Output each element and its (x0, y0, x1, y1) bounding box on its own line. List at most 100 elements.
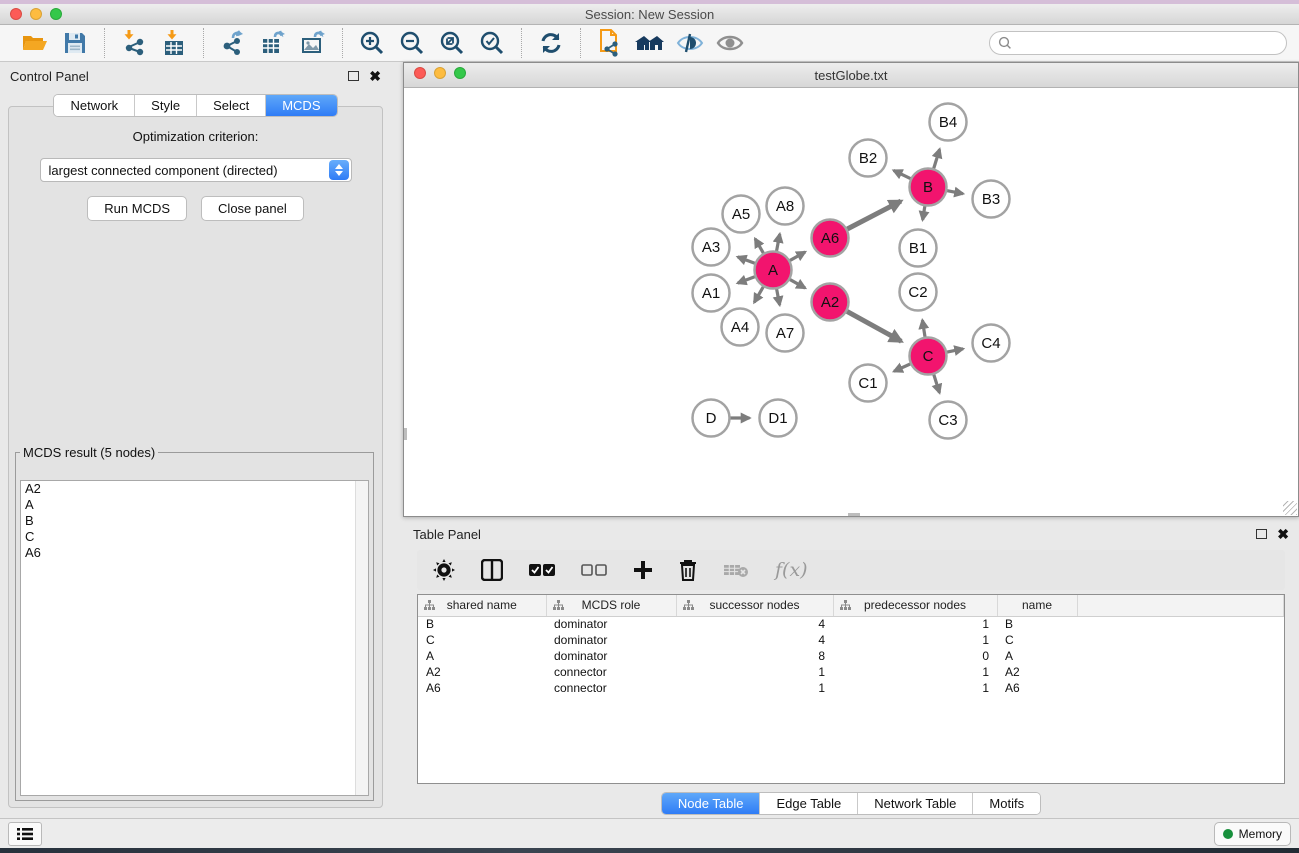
search-field[interactable] (989, 31, 1287, 55)
node-A2[interactable]: A2 (812, 284, 849, 321)
column-header-name[interactable]: name (997, 595, 1077, 616)
check-all-icon[interactable] (529, 556, 555, 584)
result-list-scrollbar[interactable] (355, 481, 368, 795)
optimization-criterion-dropdown[interactable]: largest connected component (directed) (40, 158, 352, 182)
table-row[interactable]: A2connector11A2 (418, 664, 1284, 680)
edge-A-A2[interactable] (790, 280, 805, 289)
edge-A2-C[interactable] (847, 311, 901, 341)
column-header-MCDS-role[interactable]: MCDS role (546, 595, 676, 616)
close-panel-icon[interactable]: ✖ (369, 71, 381, 81)
import-network-icon[interactable] (119, 29, 149, 57)
uncheck-all-icon[interactable] (581, 556, 607, 584)
result-item[interactable]: A6 (21, 545, 368, 561)
node-A6[interactable]: A6 (812, 220, 849, 257)
table-row[interactable]: A6connector11A6 (418, 680, 1284, 696)
node-D[interactable]: D (693, 400, 730, 437)
close-panel-button[interactable]: Close panel (201, 196, 304, 221)
edge-C-C4[interactable] (947, 349, 963, 352)
edge-A-A7[interactable] (777, 289, 780, 305)
zoom-in-icon[interactable] (357, 29, 387, 57)
node-C4[interactable]: C4 (973, 325, 1010, 362)
close-table-panel-icon[interactable]: ✖ (1277, 529, 1289, 539)
node-A[interactable]: A (755, 252, 792, 289)
edge-A6-B[interactable] (847, 201, 901, 229)
column-layout-icon[interactable] (481, 556, 503, 584)
network-zoom-button[interactable] (454, 67, 466, 79)
zoom-window-button[interactable] (50, 8, 62, 20)
edge-A-A5[interactable] (755, 239, 763, 253)
delete-table-icon[interactable] (723, 556, 749, 584)
node-A8[interactable]: A8 (767, 188, 804, 225)
node-C1[interactable]: C1 (850, 365, 887, 402)
export-network-icon[interactable] (218, 29, 248, 57)
tab-mcds[interactable]: MCDS (266, 95, 336, 116)
horizontal-scroll-indicator[interactable] (848, 513, 860, 516)
node-A5[interactable]: A5 (723, 196, 760, 233)
tab-node-table[interactable]: Node Table (662, 793, 761, 814)
column-header-shared-name[interactable]: shared name (418, 595, 546, 616)
export-image-icon[interactable] (298, 29, 328, 57)
window-resize-grip[interactable] (1283, 501, 1297, 515)
edge-A-A3[interactable] (738, 257, 755, 263)
table-row[interactable]: Bdominator41B (418, 616, 1284, 632)
node-B4[interactable]: B4 (930, 104, 967, 141)
edge-B-B1[interactable] (923, 206, 925, 220)
node-A1[interactable]: A1 (693, 275, 730, 312)
network-canvas[interactable]: B4 B2 B B3 A5A8A6 A3 A B1 A1 A2 C2 A4A7 C4 C C1 C3 D D1 (404, 88, 1298, 516)
search-input[interactable] (1016, 36, 1278, 50)
table-row[interactable]: Adominator80A (418, 648, 1284, 664)
save-icon[interactable] (60, 29, 90, 57)
node-A3[interactable]: A3 (693, 229, 730, 266)
task-history-button[interactable] (8, 822, 42, 846)
edge-A-A4[interactable] (754, 287, 763, 302)
column-header-successor-nodes[interactable]: successor nodes (676, 595, 833, 616)
result-item[interactable]: A (21, 497, 368, 513)
node-B[interactable]: B (910, 169, 947, 206)
node-C3[interactable]: C3 (930, 402, 967, 439)
network-from-file-icon[interactable] (595, 29, 625, 57)
node-D1[interactable]: D1 (760, 400, 797, 437)
node-B1[interactable]: B1 (900, 230, 937, 267)
edge-A-A6[interactable] (790, 252, 805, 261)
node-C2[interactable]: C2 (900, 274, 937, 311)
node-A4[interactable]: A4 (722, 309, 759, 346)
tab-style[interactable]: Style (135, 95, 197, 116)
edge-C-C1[interactable] (894, 364, 910, 371)
close-window-button[interactable] (10, 8, 22, 20)
node-A7[interactable]: A7 (767, 315, 804, 352)
export-table-icon[interactable] (258, 29, 288, 57)
table-row[interactable]: Cdominator41C (418, 632, 1284, 648)
tab-edge-table[interactable]: Edge Table (760, 793, 858, 814)
edge-C-C2[interactable] (922, 320, 925, 337)
show-panel-icon[interactable] (715, 29, 745, 57)
tab-select[interactable]: Select (197, 95, 266, 116)
zoom-fit-icon[interactable] (437, 29, 467, 57)
zoom-selected-icon[interactable] (477, 29, 507, 57)
add-column-icon[interactable] (633, 556, 653, 584)
network-close-button[interactable] (414, 67, 426, 79)
delete-column-icon[interactable] (679, 556, 697, 584)
run-mcds-button[interactable]: Run MCDS (87, 196, 187, 221)
edge-C-C3[interactable] (934, 375, 940, 393)
node-C[interactable]: C (910, 338, 947, 375)
result-item[interactable]: B (21, 513, 368, 529)
minimize-window-button[interactable] (30, 8, 42, 20)
mcds-result-list[interactable]: A2ABCA6 (20, 480, 369, 796)
edge-B-B2[interactable] (894, 170, 911, 178)
tab-network[interactable]: Network (54, 95, 135, 116)
float-table-panel-icon[interactable] (1256, 529, 1267, 539)
edge-A-A1[interactable] (738, 277, 755, 283)
network-minimize-button[interactable] (434, 67, 446, 79)
node-B3[interactable]: B3 (973, 181, 1010, 218)
tab-motifs[interactable]: Motifs (973, 793, 1040, 814)
hide-panel-icon[interactable] (675, 29, 705, 57)
edge-A-A8[interactable] (777, 234, 780, 251)
memory-button[interactable]: Memory (1214, 822, 1291, 846)
function-builder-icon[interactable]: f(x) (775, 559, 808, 581)
edge-B-B3[interactable] (947, 191, 963, 194)
gear-icon[interactable] (433, 556, 455, 584)
edge-B-B4[interactable] (934, 149, 940, 168)
node-B2[interactable]: B2 (850, 140, 887, 177)
open-folder-icon[interactable] (20, 29, 50, 57)
result-item[interactable]: C (21, 529, 368, 545)
